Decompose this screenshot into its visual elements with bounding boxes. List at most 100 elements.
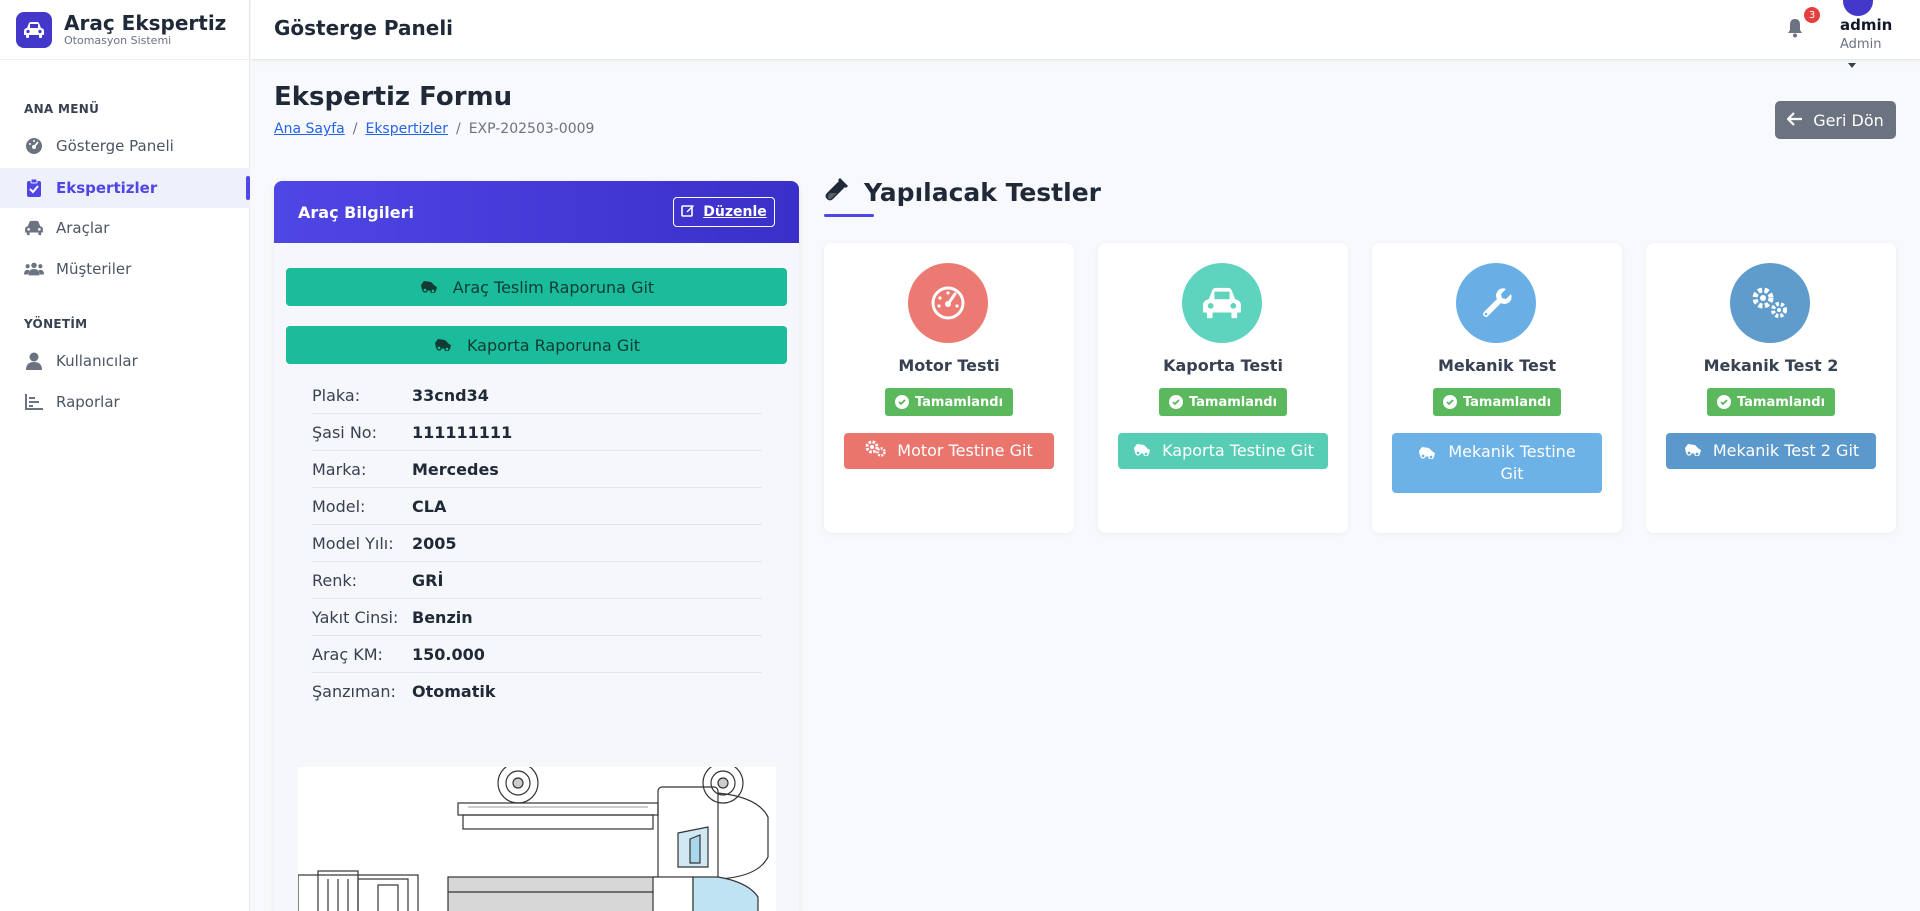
user-name[interactable]: admin	[1840, 16, 1892, 34]
sidebar-item-label: Ekspertizler	[56, 179, 158, 197]
test-name: Mekanik Test 2	[1703, 356, 1839, 375]
delivery-report-button[interactable]: Araç Teslim Raporuna Git	[286, 268, 787, 306]
info-value: 111111111	[412, 422, 513, 442]
check-circle-icon	[1442, 395, 1457, 409]
test-name: Kaporta Testi	[1163, 356, 1283, 375]
test-name: Motor Testi	[898, 356, 1000, 375]
info-label: Araç KM:	[312, 644, 383, 664]
body-report-button[interactable]: Kaporta Raporuna Git	[286, 326, 787, 364]
user-icon	[24, 351, 44, 371]
info-value: 150.000	[412, 644, 485, 664]
info-row-model-yili: Model Yılı: 2005	[312, 525, 762, 562]
vehicle-body-diagram[interactable]	[297, 762, 776, 911]
info-value: GRİ	[412, 570, 444, 590]
sidebar-item-label: Kullanıcılar	[56, 352, 138, 370]
body-report-label: Kaporta Raporuna Git	[466, 335, 641, 355]
topbar: Gösterge Paneli	[251, 0, 1920, 60]
clipboard-check-icon	[24, 178, 44, 198]
info-row-model: Model: CLA	[312, 488, 762, 525]
test-card-mekanik-2: Mekanik Test 2 Tamamlandı Mekanik Test 2…	[1646, 243, 1896, 533]
info-value: 2005	[412, 533, 457, 553]
breadcrumb-ekspertizler[interactable]: Ekspertizler	[365, 121, 448, 137]
car-crash-icon	[1417, 443, 1437, 465]
info-label: Şanzıman:	[312, 682, 396, 701]
arrow-left-icon	[1786, 111, 1803, 130]
check-circle-icon	[1168, 395, 1183, 409]
vial-icon	[824, 176, 850, 208]
info-row-marka: Marka: Mercedes	[312, 451, 762, 488]
kaporta-test-button[interactable]: Kaporta Testine Git	[1118, 433, 1328, 469]
edit-icon	[681, 203, 695, 221]
status-badge: Tamamlandı	[1433, 388, 1561, 416]
brand-subtitle: Otomasyon Sistemi	[64, 33, 172, 47]
tests-title-underline	[824, 214, 874, 217]
mekanik-test-button[interactable]: Mekanik Testine Git	[1392, 433, 1602, 493]
sidebar-item-kullanicilar[interactable]: Kullanıcılar	[0, 341, 250, 381]
bell-icon[interactable]	[1786, 18, 1808, 40]
info-label: Marka:	[312, 459, 367, 479]
sidebar-item-raporlar[interactable]: Raporlar	[0, 382, 250, 422]
status-text: Tamamlandı	[1462, 394, 1552, 410]
check-circle-icon	[1716, 395, 1731, 409]
motor-test-button[interactable]: Motor Testine Git	[844, 433, 1054, 469]
sidebar-item-label: Raporlar	[56, 393, 120, 411]
users-icon	[24, 259, 44, 279]
test-card-mekanik: Mekanik Test Tamamlandı Mekanik Testine …	[1372, 243, 1622, 533]
car-icon	[1182, 263, 1262, 343]
car-crash-icon	[1132, 440, 1152, 462]
brand[interactable]: Araç Ekspertiz Otomasyon Sistemi	[0, 0, 249, 60]
topbar-title: Gösterge Paneli	[274, 16, 454, 40]
status-text: Tamamlandı	[914, 394, 1004, 410]
car-crash-icon	[433, 336, 453, 355]
cogs-icon	[865, 439, 887, 463]
info-value: Otomatik	[412, 682, 496, 701]
breadcrumb-separator: /	[455, 121, 461, 137]
status-badge: Tamamlandı	[1159, 388, 1287, 416]
mekanik-test-2-button[interactable]: Mekanik Test 2 Git	[1666, 433, 1876, 469]
info-label: Model Yılı:	[312, 533, 394, 553]
sidebar-item-dashboard[interactable]: Gösterge Paneli	[0, 126, 250, 166]
edit-button[interactable]: Düzenle	[673, 197, 775, 227]
info-value: Benzin	[412, 607, 473, 627]
sidebar-item-label: Araçlar	[56, 219, 110, 237]
cogs-icon	[1730, 263, 1810, 343]
menu-section-main: ANA MENÜ	[24, 102, 100, 116]
info-label: Model:	[312, 496, 366, 516]
info-value: 33cnd34	[412, 385, 489, 405]
page-title: Ekspertiz Formu	[274, 82, 513, 112]
info-label: Şasi No:	[312, 422, 377, 442]
info-row-sanziman: Şanzıman: Otomatik	[312, 673, 762, 710]
chevron-down-icon[interactable]	[1848, 63, 1856, 68]
notification-badge: 3	[1804, 7, 1820, 23]
sidebar-item-araclar[interactable]: Araçlar	[0, 208, 250, 248]
breadcrumb-separator: /	[352, 121, 358, 137]
sidebar-item-label: Müşteriler	[56, 260, 132, 278]
sidebar-item-musteriler[interactable]: Müşteriler	[0, 249, 250, 289]
info-label: Yakıt Cinsi:	[312, 607, 399, 627]
status-text: Tamamlandı	[1736, 394, 1826, 410]
info-row-renk: Renk: GRİ	[312, 562, 762, 599]
tachometer-icon	[908, 263, 988, 343]
edit-button-label: Düzenle	[703, 204, 767, 220]
info-value: CLA	[412, 496, 447, 516]
test-button-label: Mekanik Testine Git	[1448, 442, 1576, 483]
test-name: Mekanik Test	[1437, 356, 1557, 375]
delivery-report-label: Araç Teslim Raporuna Git	[452, 277, 655, 297]
status-badge: Tamamlandı	[1707, 388, 1835, 416]
info-value: Mercedes	[412, 459, 499, 479]
sidebar-item-ekspertizler[interactable]: Ekspertizler	[0, 168, 250, 208]
check-circle-icon	[894, 395, 909, 409]
info-row-km: Araç KM: 150.000	[312, 636, 762, 673]
brand-title: Araç Ekspertiz	[64, 10, 227, 35]
test-button-label: Mekanik Test 2 Git	[1712, 441, 1860, 460]
sidebar: Araç Ekspertiz Otomasyon Sistemi ANA MEN…	[0, 0, 250, 911]
test-card-kaporta: Kaporta Testi Tamamlandı Kaporta Testine…	[1098, 243, 1348, 533]
info-label: Renk:	[312, 570, 358, 590]
info-row-sasi: Şasi No: 111111111	[312, 414, 762, 451]
back-button[interactable]: Geri Dön	[1775, 101, 1896, 139]
user-role: Admin	[1840, 37, 1882, 52]
dashboard-icon	[24, 136, 44, 156]
breadcrumb-home[interactable]: Ana Sayfa	[274, 121, 345, 137]
tests-title-text: Yapılacak Testler	[864, 177, 1101, 207]
car-crash-icon	[419, 278, 439, 297]
